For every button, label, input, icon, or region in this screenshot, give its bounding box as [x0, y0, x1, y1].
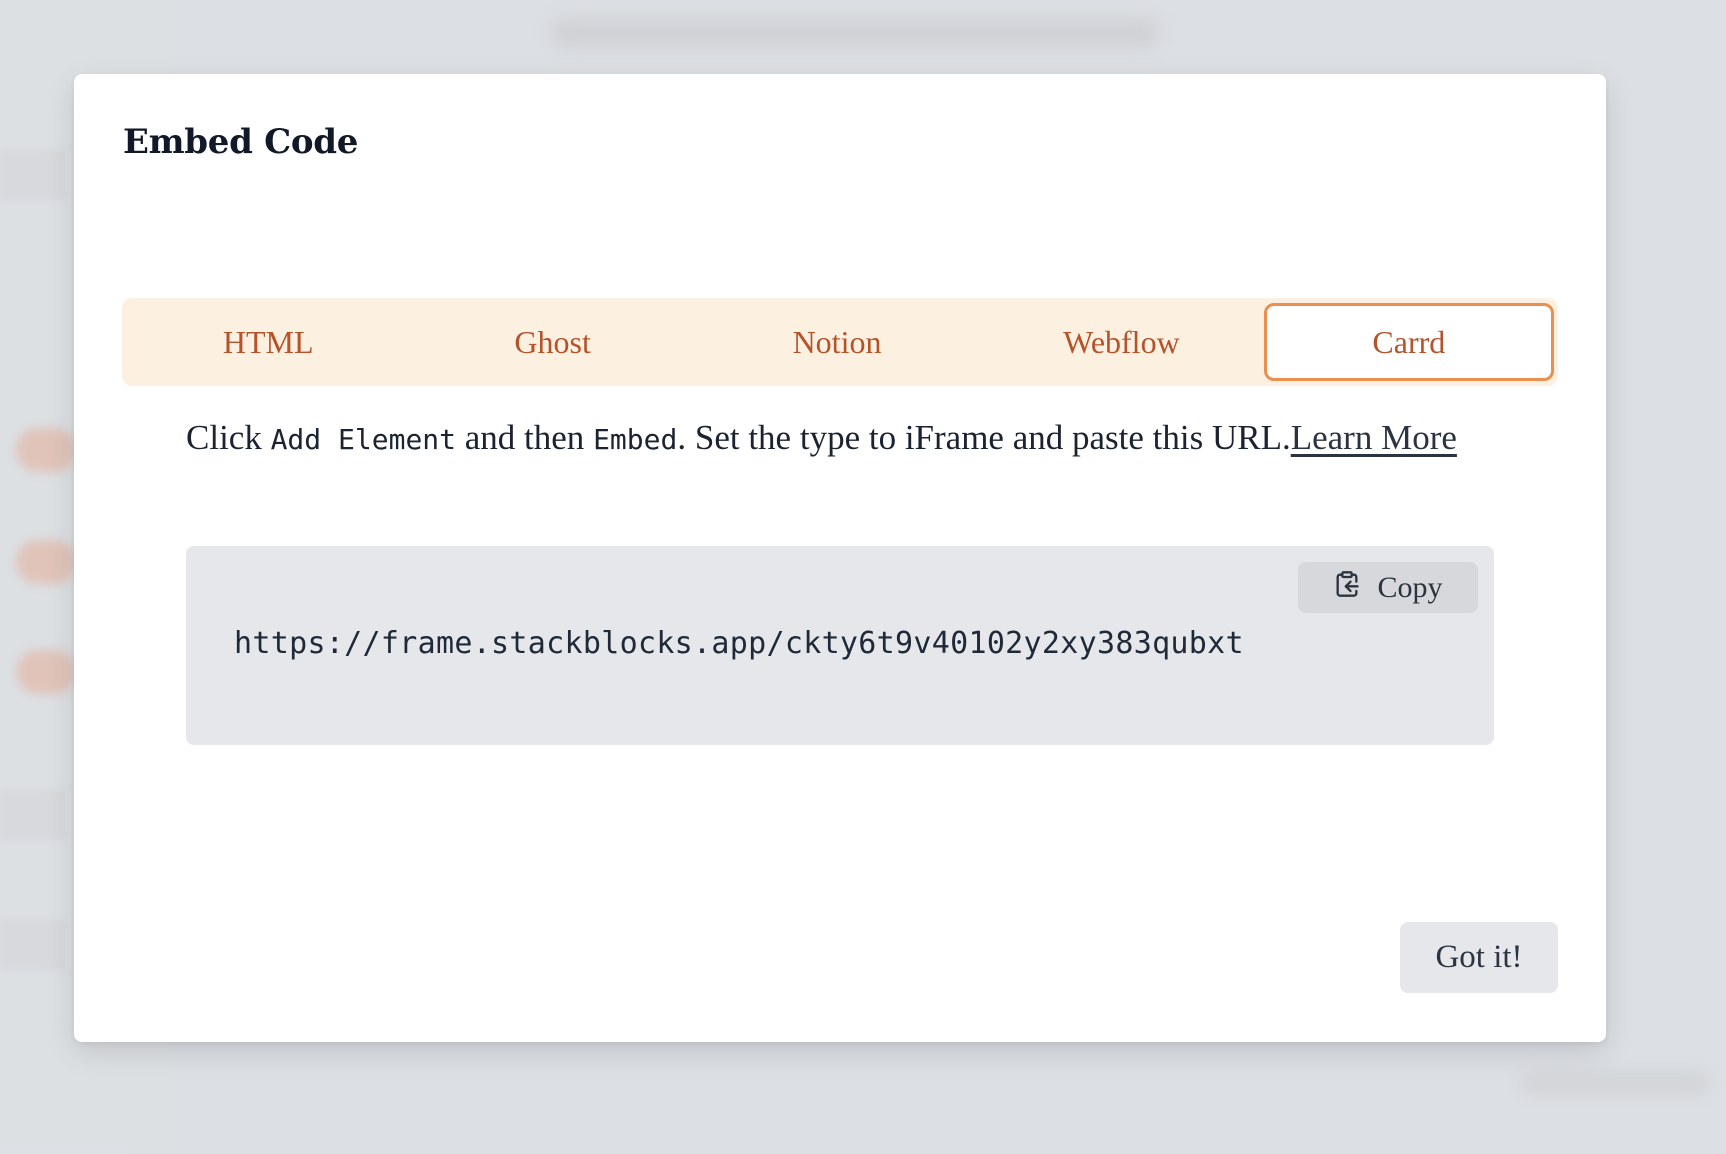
- modal-title: Embed Code: [123, 122, 359, 162]
- learn-more-link[interactable]: Learn More: [1291, 418, 1457, 457]
- embed-code-box: Copy https://frame.stackblocks.app/ckty6…: [186, 546, 1494, 745]
- copy-label: Copy: [1377, 570, 1443, 604]
- tab-notion[interactable]: Notion: [695, 303, 979, 381]
- inline-code-add-element: Add Element: [270, 423, 457, 456]
- embed-url[interactable]: https://frame.stackblocks.app/ckty6t9v40…: [234, 626, 1244, 661]
- tab-carrd[interactable]: Carrd: [1263, 303, 1555, 381]
- got-it-button[interactable]: Got it!: [1400, 922, 1558, 993]
- tab-html[interactable]: HTML: [126, 303, 410, 381]
- inline-code-embed: Embed: [593, 423, 678, 456]
- instructions-part: and then: [456, 418, 594, 457]
- tab-ghost[interactable]: Ghost: [410, 303, 694, 381]
- clipboard-copy-icon: [1333, 570, 1361, 606]
- platform-tabs: HTML Ghost Notion Webflow Carrd: [122, 298, 1558, 386]
- embed-code-modal: Embed Code HTML Ghost Notion Webflow Car…: [74, 74, 1606, 1042]
- instructions-text: Click Add Element and then Embed. Set th…: [186, 414, 1486, 464]
- copy-button[interactable]: Copy: [1298, 562, 1478, 613]
- instructions-part: Click: [186, 418, 271, 457]
- instructions-part: . Set the type to iFrame and paste this …: [677, 418, 1291, 457]
- tab-webflow[interactable]: Webflow: [979, 303, 1263, 381]
